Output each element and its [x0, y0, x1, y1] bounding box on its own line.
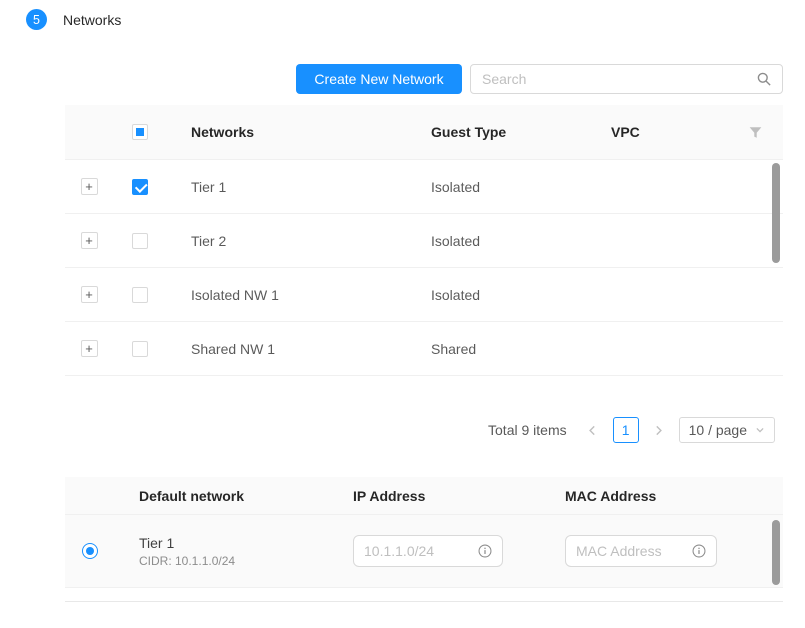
pagination-next-button[interactable]	[647, 417, 671, 443]
mac-address-input[interactable]	[576, 543, 686, 559]
row-checkbox[interactable]	[132, 179, 148, 195]
guest-type-value: Shared	[407, 341, 587, 357]
page-size-select[interactable]: 10 / page	[679, 417, 775, 443]
select-all-cell	[113, 124, 167, 140]
pagination: Total 9 items 1 10 / page	[65, 417, 783, 443]
default-network-name: Tier 1	[139, 535, 329, 551]
step-title: Networks	[63, 12, 121, 28]
table-row: + Shared NW 1 Shared	[65, 322, 783, 376]
network-name: Isolated NW 1	[167, 287, 407, 303]
row-checkbox[interactable]	[132, 341, 148, 357]
column-header-default-network: Default network	[115, 488, 329, 504]
networks-table: Networks Guest Type VPC + Tier 1 Isolate…	[65, 105, 783, 376]
default-network-table-header: Default network IP Address MAC Address	[65, 477, 783, 515]
network-name: Shared NW 1	[167, 341, 407, 357]
select-all-checkbox[interactable]	[132, 124, 148, 140]
default-network-cidr: CIDR: 10.1.1.0/24	[139, 554, 329, 568]
column-header-vpc: VPC	[587, 124, 727, 140]
column-header-ip-address: IP Address	[329, 488, 549, 504]
plus-icon: +	[85, 180, 93, 193]
mac-address-input-box[interactable]	[565, 535, 717, 567]
guest-type-value: Isolated	[407, 233, 587, 249]
table-row: + Tier 1 Isolated	[65, 160, 783, 214]
section-divider	[65, 601, 783, 602]
guest-type-value: Isolated	[407, 287, 587, 303]
expand-row-button[interactable]: +	[81, 340, 98, 357]
row-checkbox[interactable]	[132, 233, 148, 249]
default-network-row: Tier 1 CIDR: 10.1.1.0/24	[65, 515, 783, 588]
guest-type-value: Isolated	[407, 179, 587, 195]
page-size-value: 10 / page	[689, 422, 747, 438]
network-name: Tier 1	[167, 179, 407, 195]
step-header: 5 Networks	[26, 9, 121, 30]
info-icon[interactable]	[692, 544, 706, 558]
column-header-networks: Networks	[167, 124, 407, 140]
ip-address-input-box[interactable]	[353, 535, 503, 567]
row-checkbox[interactable]	[132, 287, 148, 303]
table-row: + Tier 2 Isolated	[65, 214, 783, 268]
expand-row-button[interactable]: +	[81, 232, 98, 249]
column-header-guest-type: Guest Type	[407, 124, 587, 140]
table-row: + Isolated NW 1 Isolated	[65, 268, 783, 322]
table-scrollbar[interactable]	[772, 520, 780, 585]
create-new-network-button[interactable]: Create New Network	[296, 64, 462, 94]
pagination-prev-button[interactable]	[581, 417, 605, 443]
search-box[interactable]	[470, 64, 783, 94]
networks-step-page: 5 Networks Create New Network Networks G…	[0, 0, 805, 628]
plus-icon: +	[85, 234, 93, 247]
ip-address-input[interactable]	[364, 543, 472, 559]
pagination-page-1[interactable]: 1	[613, 417, 639, 443]
info-icon[interactable]	[478, 544, 492, 558]
default-network-radio[interactable]	[82, 543, 98, 559]
search-input[interactable]	[482, 71, 749, 87]
default-network-table: Default network IP Address MAC Address T…	[65, 477, 783, 588]
column-header-mac-address: MAC Address	[549, 488, 783, 504]
expand-row-button[interactable]: +	[81, 286, 98, 303]
expand-row-button[interactable]: +	[81, 178, 98, 195]
plus-icon: +	[85, 342, 93, 355]
step-number-badge: 5	[26, 9, 47, 30]
table-scrollbar[interactable]	[772, 163, 780, 263]
search-icon[interactable]	[757, 72, 771, 86]
pagination-total: Total 9 items	[488, 422, 567, 438]
filter-icon[interactable]	[749, 126, 762, 139]
network-name: Tier 2	[167, 233, 407, 249]
plus-icon: +	[85, 288, 93, 301]
chevron-down-icon	[755, 425, 765, 435]
networks-table-header: Networks Guest Type VPC	[65, 105, 783, 160]
toolbar: Create New Network	[296, 64, 783, 94]
